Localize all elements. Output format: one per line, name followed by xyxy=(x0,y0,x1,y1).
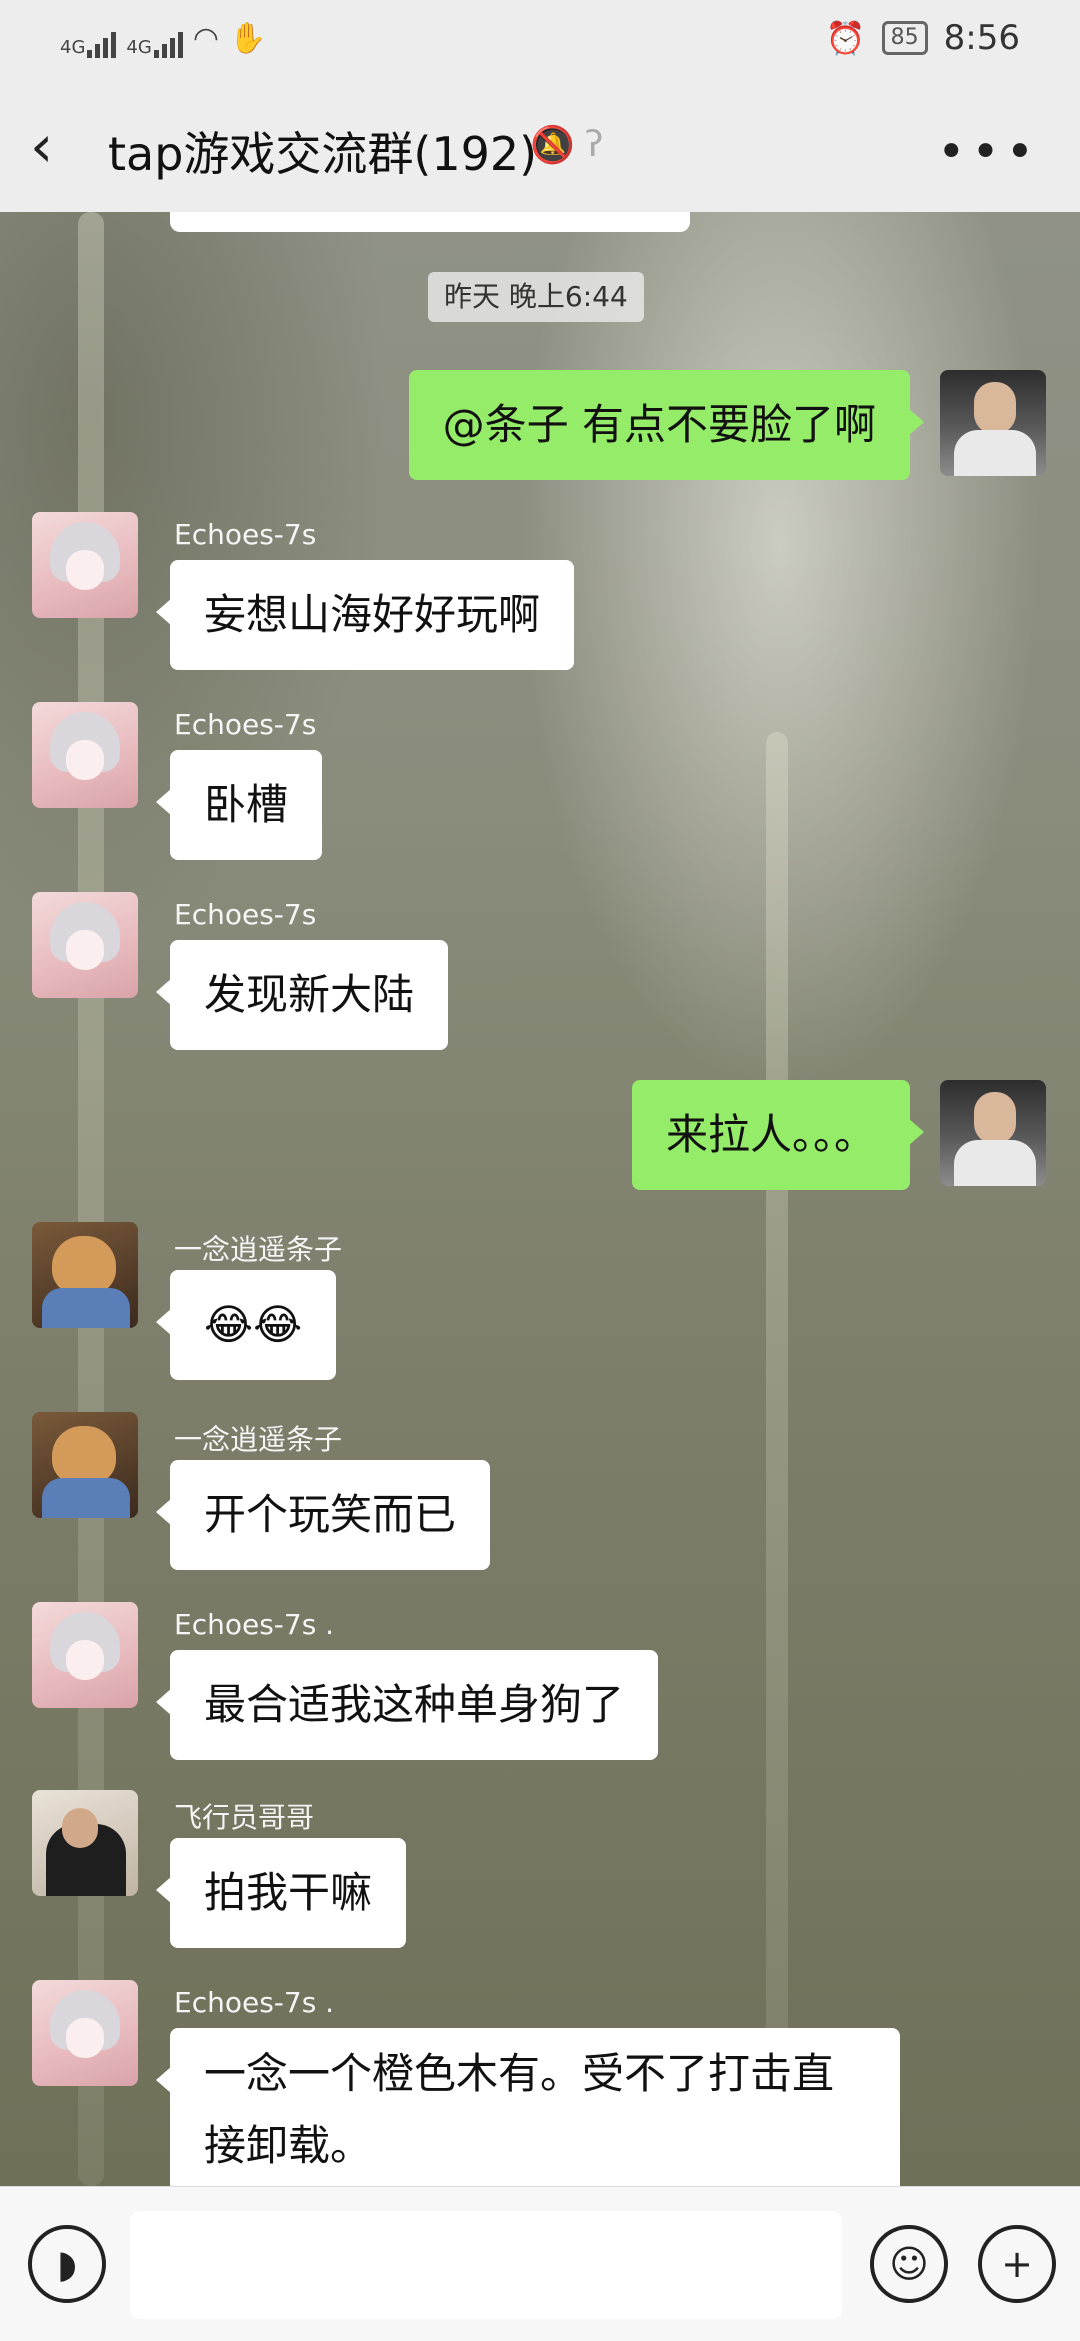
avatar[interactable] xyxy=(32,1222,138,1328)
add-icon[interactable]: + xyxy=(978,2225,1056,2303)
avatar[interactable] xyxy=(32,512,138,618)
timestamp: 昨天 晚上6:44 xyxy=(428,272,644,322)
sender-name: Echoes-7s xyxy=(174,898,317,931)
message-bubble[interactable]: 卧槽 xyxy=(155,750,323,860)
wifi-icon: ◠ xyxy=(192,20,219,56)
battery-icon: 85 xyxy=(881,21,928,55)
more-icon[interactable]: ••• xyxy=(937,124,1040,180)
chat-area[interactable]: 昨天 晚上6:44 @条子 有点不要脸了啊 Echoes-7s 妄想山海好好玩啊… xyxy=(0,212,1080,2186)
avatar[interactable] xyxy=(940,1080,1046,1186)
sender-name: Echoes-7s xyxy=(174,708,317,741)
message-bubble[interactable]: 来拉人。。。 xyxy=(631,1080,925,1190)
input-bar: ◗ ☺ + xyxy=(0,2186,1080,2341)
voice-icon[interactable]: ◗ xyxy=(28,2225,106,2303)
status-bar: 4G 4G ◠ ✋ ⏰ 85 8:56 xyxy=(0,0,1080,80)
sender-name: Echoes-7s . xyxy=(174,1608,335,1641)
avatar[interactable] xyxy=(32,1602,138,1708)
alarm-icon: ⏰ xyxy=(825,19,866,57)
chat-title: tap游戏交流群(192) xyxy=(108,127,538,181)
avatar[interactable] xyxy=(32,1980,138,2086)
bell-off-icon: 🔕 xyxy=(530,125,575,166)
message-bubble[interactable]: @条子 有点不要脸了啊 xyxy=(408,370,925,480)
previous-message xyxy=(170,212,690,232)
message-input[interactable] xyxy=(130,2211,842,2319)
chat-header: ‹ tap游戏交流群(192) 🔕 ʔ ••• xyxy=(0,80,1080,213)
message-bubble[interactable]: 开个玩笑而已 xyxy=(155,1460,491,1570)
sender-name: 一念逍遥条子 xyxy=(174,1233,343,1266)
message-bubble[interactable]: 😂😂 xyxy=(155,1270,337,1380)
sender-name: Echoes-7s xyxy=(174,518,317,551)
message-bubble[interactable]: 发现新大陆 xyxy=(155,940,449,1050)
sender-name: 一念逍遥条子 xyxy=(174,1423,343,1456)
avatar[interactable] xyxy=(32,892,138,998)
back-icon[interactable]: ‹ xyxy=(30,116,90,176)
avatar[interactable] xyxy=(940,370,1046,476)
signal-icon: 4G xyxy=(126,18,183,58)
hand-icon: ✋ xyxy=(229,20,267,56)
signal-icon: 4G xyxy=(60,18,117,58)
message-bubble[interactable]: 拍我干嘛 xyxy=(155,1838,407,1948)
signal-label: 4G xyxy=(60,37,86,58)
avatar[interactable] xyxy=(32,702,138,808)
signal-label: 4G xyxy=(126,37,152,58)
sender-name: 飞行员哥哥 xyxy=(174,1801,315,1834)
message-bubble[interactable]: 妄想山海好好玩啊 xyxy=(155,560,575,670)
avatar[interactable] xyxy=(32,1790,138,1896)
emoji-icon[interactable]: ☺ xyxy=(870,2225,948,2303)
ear-icon: ʔ xyxy=(585,124,604,165)
message-bubble[interactable]: 一念一个橙色木有。受不了打击直接卸载。 xyxy=(156,2028,900,2186)
sender-name: Echoes-7s . xyxy=(174,1986,335,2019)
avatar[interactable] xyxy=(32,1412,138,1518)
clock: 8:56 xyxy=(943,18,1020,58)
message-bubble[interactable]: 最合适我这种单身狗了 xyxy=(155,1650,659,1760)
